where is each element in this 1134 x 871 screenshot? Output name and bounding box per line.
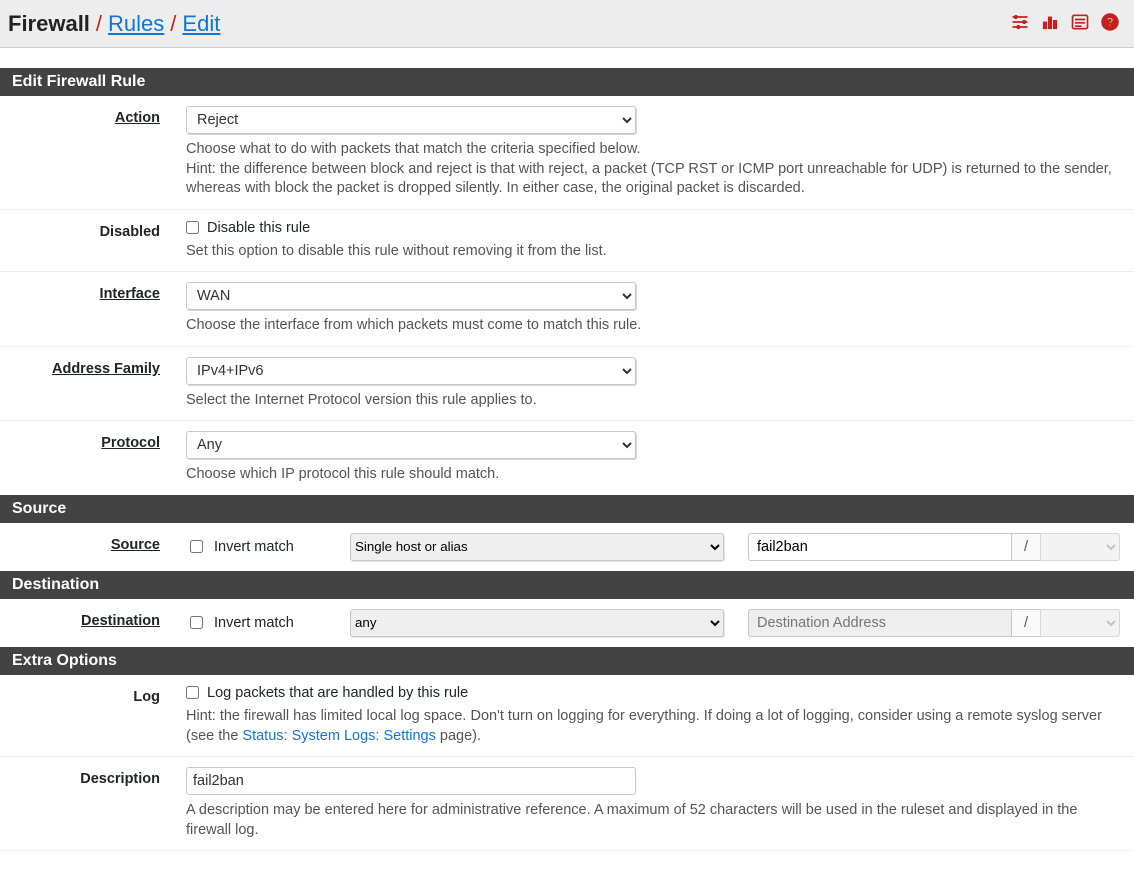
interface-label: Interface [0, 282, 186, 302]
sliders-icon[interactable] [1010, 12, 1030, 36]
section-destination: Destination [0, 571, 1134, 599]
breadcrumb-sep: / [170, 11, 176, 37]
source-invert-label: Invert match [214, 539, 294, 555]
description-label: Description [0, 767, 186, 787]
source-label: Source [0, 533, 186, 553]
log-checkbox[interactable] [186, 686, 199, 699]
section-extra: Extra Options [0, 647, 1134, 675]
source-mask-select [1040, 533, 1120, 561]
topbar: Firewall / Rules / Edit ? [0, 0, 1134, 48]
log-checkbox-label: Log packets that are handled by this rul… [207, 685, 468, 701]
protocol-select[interactable]: Any [186, 431, 636, 459]
destination-mask-select [1040, 609, 1120, 637]
destination-address-input [748, 609, 1012, 637]
source-mask-slash: / [1012, 533, 1040, 561]
disabled-help: Set this option to disable this rule wit… [186, 242, 1120, 262]
address-family-select[interactable]: IPv4+IPv6 [186, 357, 636, 385]
destination-invert-checkbox[interactable] [190, 616, 203, 629]
protocol-help: Choose which IP protocol this rule shoul… [186, 465, 1120, 485]
interface-help: Choose the interface from which packets … [186, 316, 1120, 336]
breadcrumb-edit[interactable]: Edit [182, 11, 220, 37]
log-help: Hint: the firewall has limited local log… [186, 707, 1120, 746]
address-family-label: Address Family [0, 357, 186, 377]
svg-text:?: ? [1106, 16, 1113, 29]
disabled-label: Disabled [0, 220, 186, 240]
log-help-link[interactable]: Status: System Logs: Settings [242, 728, 435, 744]
section-edit-rule: Edit Firewall Rule [0, 68, 1134, 96]
breadcrumb: Firewall / Rules / Edit [8, 11, 220, 37]
action-label: Action [0, 106, 186, 126]
help-icon[interactable]: ? [1100, 12, 1120, 36]
interface-select[interactable]: WAN [186, 282, 636, 310]
section-source: Source [0, 495, 1134, 523]
disabled-checkbox[interactable] [186, 221, 199, 234]
action-select[interactable]: Reject [186, 106, 636, 134]
source-address-input[interactable] [748, 533, 1012, 561]
protocol-label: Protocol [0, 431, 186, 451]
log-label: Log [0, 685, 186, 705]
log-icon[interactable] [1070, 12, 1090, 36]
description-help: A description may be entered here for ad… [186, 801, 1120, 840]
source-invert-checkbox[interactable] [190, 540, 203, 553]
description-input[interactable] [186, 767, 636, 795]
destination-label: Destination [0, 609, 186, 629]
disabled-checkbox-label: Disable this rule [207, 220, 310, 236]
address-family-help: Select the Internet Protocol version thi… [186, 391, 1120, 411]
breadcrumb-rules[interactable]: Rules [108, 11, 164, 37]
destination-type-select[interactable]: any [350, 609, 724, 637]
action-help: Choose what to do with packets that matc… [186, 140, 1120, 199]
bar-chart-icon[interactable] [1040, 12, 1060, 36]
destination-invert-label: Invert match [214, 615, 294, 631]
breadcrumb-root: Firewall [8, 11, 90, 37]
breadcrumb-sep: / [96, 11, 102, 37]
destination-mask-slash: / [1012, 609, 1040, 637]
source-type-select[interactable]: Single host or alias [350, 533, 724, 561]
